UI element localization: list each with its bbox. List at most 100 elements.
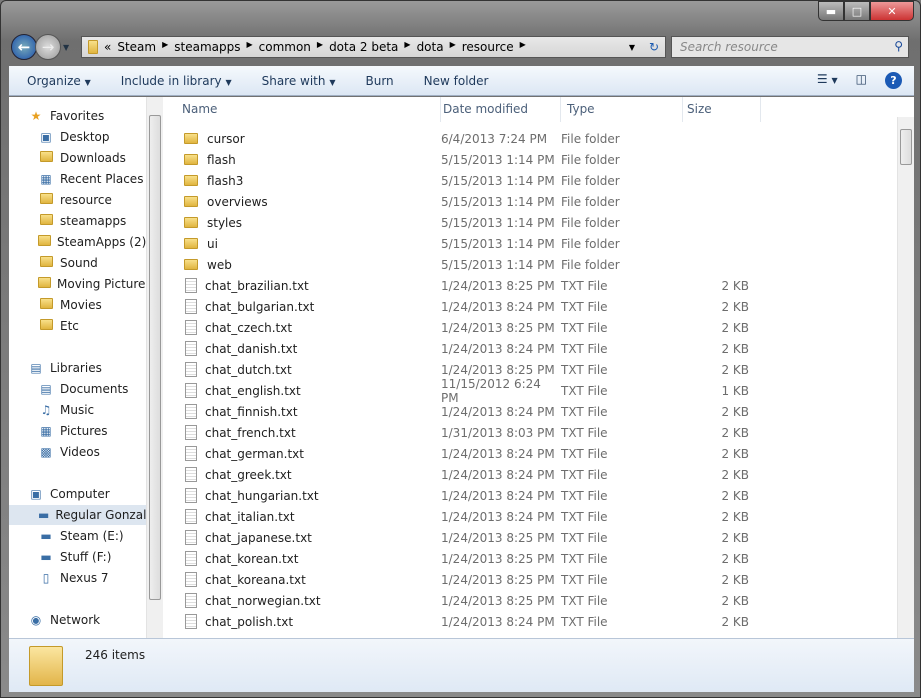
file-name: flash3 [207,173,244,188]
file-row[interactable]: chat_koreana.txt 1/24/2013 8:25 PM TXT Fil… [169,569,769,590]
sidebar-item[interactable]: ▬ Regular Gonzalez [9,505,146,525]
address-dropdown-icon[interactable]: ▼ [629,43,635,52]
sidebar-item[interactable]: ▬ Steam (E:) [9,526,146,546]
file-row[interactable]: chat_bulgarian.txt 1/24/2013 8:24 PM TXT F… [169,296,769,317]
minimize-button[interactable]: ▬ [818,1,844,21]
file-row[interactable]: flash 5/15/2013 1:14 PM File folder [169,149,769,170]
sidebar-item[interactable]: Movies [9,295,146,315]
share-with-button[interactable]: Share with ▼ [262,74,336,88]
close-button[interactable]: ✕ [870,1,914,21]
file-row[interactable]: chat_norwegian.txt 1/24/2013 8:25 PM TXT F… [169,590,769,611]
breadcrumb-arrow-icon[interactable]: ▶ [246,40,252,54]
file-name-cell: chat_brazilian.txt [169,278,441,293]
file-row[interactable]: web 5/15/2013 1:14 PM File folder [169,254,769,275]
text-file-icon [185,383,197,398]
file-row[interactable]: chat_french.txt 1/31/2013 8:03 PM TXT File… [169,422,769,443]
sidebar-item[interactable]: ★ Favorites [9,106,146,126]
new-folder-button[interactable]: New folder [424,74,489,88]
sidebar-item[interactable]: ▯ Nexus 7 [9,568,146,588]
breadcrumb-item[interactable]: common [259,40,311,54]
file-row[interactable]: chat_czech.txt 1/24/2013 8:25 PM TXT File 2… [169,317,769,338]
sidebar-item[interactable]: ▤ Documents [9,379,146,399]
file-row[interactable]: chat_korean.txt 1/24/2013 8:25 PM TXT File… [169,548,769,569]
sidebar-item[interactable]: Etc [9,316,146,336]
file-row[interactable]: chat_japanese.txt 1/24/2013 8:25 PM TXT Fi… [169,527,769,548]
sidebar-item[interactable]: ▣ Computer [9,484,146,504]
breadcrumb-item[interactable]: dota [417,40,444,54]
file-row[interactable]: overviews 5/15/2013 1:14 PM File folder [169,191,769,212]
file-row[interactable]: chat_english.txt 11/15/2012 6:24 PM TXT Fi… [169,377,769,405]
file-row[interactable]: cursor 6/4/2013 7:24 PM File folder [169,128,769,149]
breadcrumb-item[interactable]: resource [462,40,514,54]
file-row[interactable]: flash3 5/15/2013 1:14 PM File folder [169,170,769,191]
file-row[interactable]: styles 5/15/2013 1:14 PM File folder [169,212,769,233]
file-size: 2 KB [721,509,749,524]
folder-icon [38,256,54,270]
scrollbar-thumb[interactable] [900,129,912,165]
file-date: 1/31/2013 8:03 PM [441,425,555,440]
file-row[interactable]: chat_greek.txt 1/24/2013 8:24 PM TXT File 2… [169,464,769,485]
refresh-icon[interactable]: ↻ [649,40,659,54]
preview-pane-icon[interactable]: ◫ [856,72,867,89]
file-row[interactable]: chat_german.txt 1/24/2013 8:24 PM TXT File… [169,443,769,464]
sidebar-item[interactable]: steamapps [9,211,146,231]
file-row[interactable]: chat_finnish.txt 1/24/2013 8:24 PM TXT Fil… [169,401,769,422]
sidebar-item[interactable]: ▣ Desktop [9,127,146,147]
address-overflow[interactable]: « [104,40,111,54]
breadcrumb-arrow-icon[interactable]: ▶ [520,40,526,54]
folder-icon [88,40,98,54]
include-in-library-button[interactable]: Include in library ▼ [121,74,232,88]
breadcrumb-arrow-icon[interactable]: ▶ [450,40,456,54]
sidebar-item[interactable]: ▩ Videos [9,442,146,462]
column-name[interactable]: Name [169,97,441,122]
file-row[interactable]: chat_danish.txt 1/24/2013 8:24 PM TXT File… [169,338,769,359]
file-row[interactable]: chat_polish.txt 1/24/2013 8:24 PM TXT File… [169,611,769,632]
back-button[interactable]: ← [11,34,37,60]
column-size[interactable]: Size [683,97,761,122]
breadcrumb-item[interactable]: dota 2 beta [329,40,398,54]
breadcrumb-arrow-icon[interactable]: ▶ [404,40,410,54]
breadcrumb-item[interactable]: Steam [117,40,156,54]
forward-button[interactable]: → [35,34,61,60]
organize-button[interactable]: Organize ▼ [27,74,91,88]
help-icon[interactable]: ? [885,72,902,89]
text-file-icon [185,572,197,587]
file-name: chat_hungarian.txt [205,488,319,503]
file-list-scrollbar[interactable] [897,117,914,638]
sidebar-item[interactable]: resource [9,190,146,210]
sidebar-item[interactable]: SteamApps (2) [9,232,146,252]
file-type: TXT File [561,614,608,629]
view-options-icon[interactable]: ☰ ▼ [817,72,838,89]
maximize-button[interactable]: □ [844,1,870,21]
sidebar-item[interactable]: ▦ Pictures [9,421,146,441]
search-icon[interactable]: ⚲ [894,39,903,53]
file-type: TXT File [561,593,608,608]
sidebar-item[interactable]: ▬ Stuff (F:) [9,547,146,567]
file-row[interactable]: ui 5/15/2013 1:14 PM File folder [169,233,769,254]
scrollbar-thumb[interactable] [149,115,161,600]
sidebar-item[interactable]: ▦ Recent Places [9,169,146,189]
search-input[interactable]: Search resource ⚲ [671,36,909,58]
text-file-icon [185,425,197,440]
column-date-modified[interactable]: Date modified [441,97,561,122]
sidebar-item[interactable]: Downloads [9,148,146,168]
sidebar-item[interactable]: ◉ Network [9,610,146,630]
desktop-icon: ▣ [40,130,52,144]
file-row[interactable]: chat_brazilian.txt 1/24/2013 8:25 PM TXT F… [169,275,769,296]
sidebar-item[interactable]: ♫ Music [9,400,146,420]
column-type[interactable]: Type [561,97,683,122]
text-file-icon [185,551,197,566]
sidebar-item[interactable]: ▤ Libraries [9,358,146,378]
file-name-cell: chat_czech.txt [169,320,441,335]
burn-button[interactable]: Burn [365,74,393,88]
file-row[interactable]: chat_hungarian.txt 1/24/2013 8:24 PM TXT F… [169,485,769,506]
sidebar-item[interactable]: Moving Pictures [9,274,146,294]
navigation-pane-scrollbar[interactable] [146,97,163,638]
recent-pages-dropdown[interactable]: ▼ [63,43,69,52]
sidebar-item[interactable]: Sound [9,253,146,273]
file-row[interactable]: chat_italian.txt 1/24/2013 8:24 PM TXT Fil… [169,506,769,527]
breadcrumb-arrow-icon[interactable]: ▶ [317,40,323,54]
breadcrumb-item[interactable]: steamapps [174,40,240,54]
address-bar[interactable]: « Steam ▶ steamapps ▶ common ▶ dota 2 beta ▶ dot… [81,36,666,58]
breadcrumb-arrow-icon[interactable]: ▶ [162,40,168,54]
